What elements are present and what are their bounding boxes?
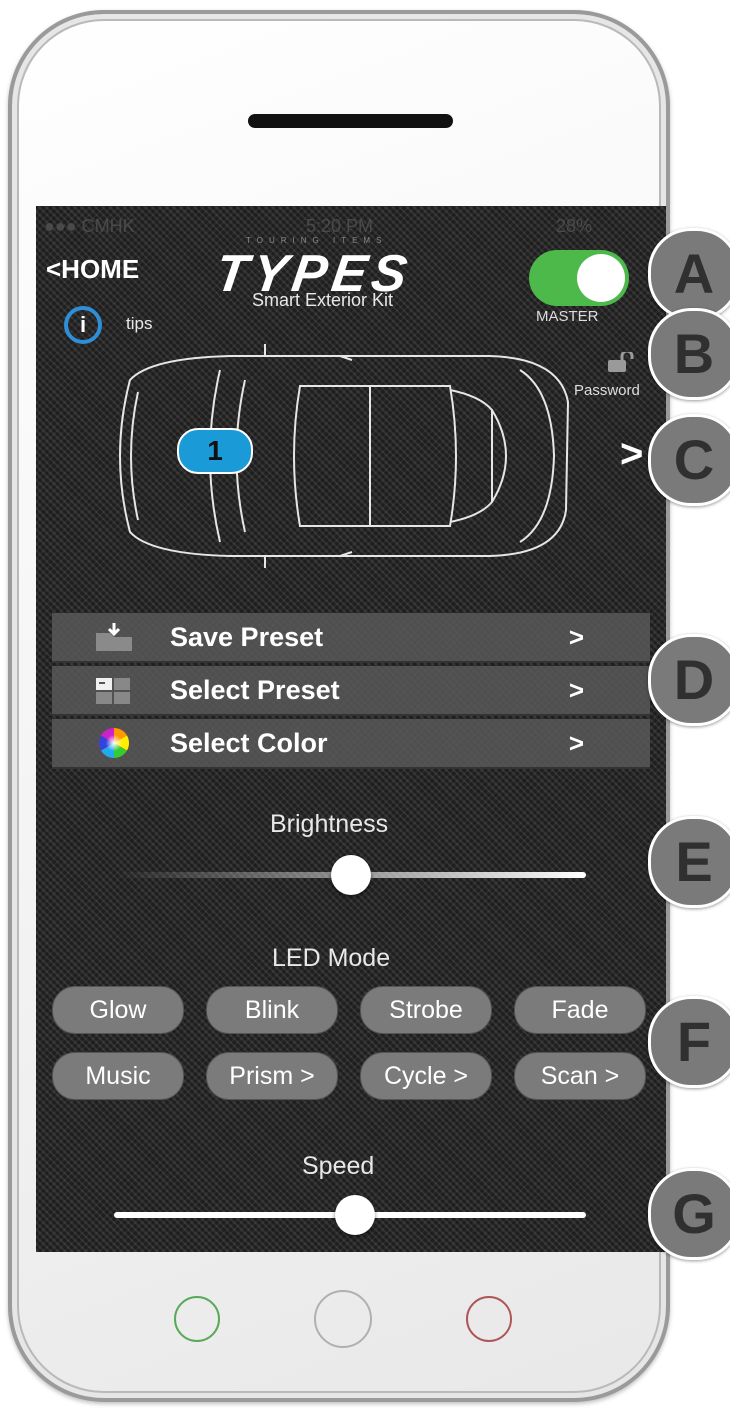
speed-label: Speed [302,1152,375,1180]
brightness-label: Brightness [270,810,389,838]
save-preset-row[interactable]: Save Preset > [52,613,650,663]
mode-scan-button[interactable]: Scan > [514,1052,646,1100]
next-view-button[interactable]: > [620,432,643,477]
info-icon[interactable]: i [64,306,102,344]
home-button[interactable]: <HOME [46,254,139,285]
phone-frame: ●●● CMHK 5:20 PM 28% <HOME TOURING ITEMS… [8,10,670,1402]
chevron-right-icon: > [568,728,584,758]
select-color-label: Select Color [170,728,328,758]
password-label[interactable]: Password [574,382,640,399]
speed-slider-handle[interactable] [334,1195,375,1235]
chevron-right-icon: > [568,675,584,705]
car-top-view[interactable] [90,340,580,572]
mode-blink-button[interactable]: Blink [206,986,338,1034]
time-label: 5:20 PM [306,216,374,236]
tips-label[interactable]: tips [126,314,152,334]
callout-d: D [648,634,730,726]
status-bar: ●●● CMHK 5:20 PM 28% [36,216,666,236]
select-preset-row[interactable]: Select Preset > [52,666,650,716]
brightness-slider-handle[interactable] [331,855,371,895]
mode-prism-button[interactable]: Prism > [206,1052,338,1100]
select-color-row[interactable]: Select Color > [52,719,650,769]
red-home-button[interactable] [466,1296,512,1342]
green-home-button[interactable] [174,1296,220,1342]
toggle-knob [577,254,625,302]
preset-grid-icon [96,678,130,704]
callout-g: G [648,1168,730,1260]
app-screen: ●●● CMHK 5:20 PM 28% <HOME TOURING ITEMS… [36,206,666,1252]
master-label: MASTER [536,308,599,325]
callout-c: C [648,414,730,506]
callout-a: A [648,228,730,320]
master-toggle[interactable] [529,250,629,306]
chevron-right-icon: > [568,622,584,652]
unlock-icon[interactable] [608,352,634,372]
select-preset-label: Select Preset [170,675,340,705]
center-home-button[interactable] [314,1290,372,1348]
app-subtitle: Smart Exterior Kit [252,290,394,310]
callout-f: F [648,996,730,1088]
save-preset-label: Save Preset [170,622,324,652]
battery-label: 28% [556,216,593,236]
callout-e: E [648,816,730,908]
carrier-label: ●●● CMHK [44,216,135,236]
led-mode-label: LED Mode [272,944,391,972]
earpiece-speaker [248,114,453,128]
mode-glow-button[interactable]: Glow [52,986,184,1034]
color-wheel-icon [98,728,130,758]
zone-badge[interactable]: 1 [177,428,253,474]
mode-fade-button[interactable]: Fade [514,986,646,1034]
callout-b: B [648,308,730,400]
mode-strobe-button[interactable]: Strobe [360,986,492,1034]
mode-cycle-button[interactable]: Cycle > [360,1052,492,1100]
download-folder-icon [96,623,132,651]
mode-music-button[interactable]: Music [52,1052,184,1100]
